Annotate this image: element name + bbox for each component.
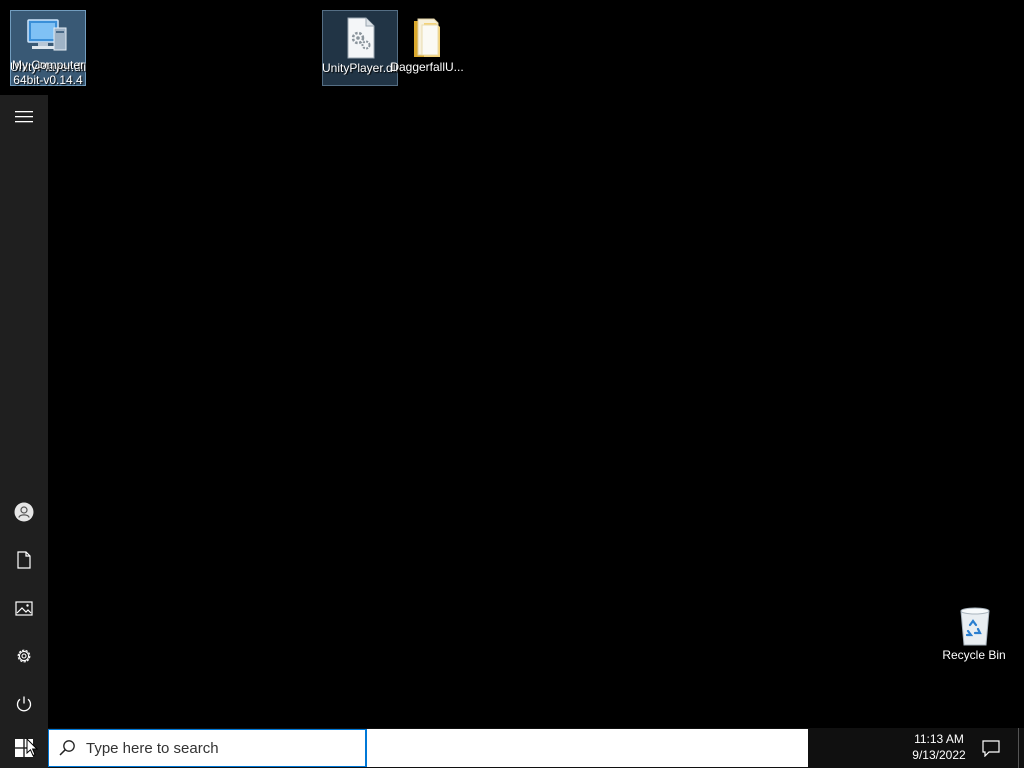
desktop-icon-daggerfall-folder[interactable]: DaggerfallU... — [390, 10, 466, 86]
document-icon — [17, 551, 31, 569]
folder-icon — [414, 18, 440, 57]
action-center-button[interactable] — [976, 728, 1006, 768]
desktop-icon-label: Recycle Bin — [942, 649, 1006, 662]
desktop-icon-label: DaggerfallU... — [390, 61, 464, 74]
search-input[interactable] — [86, 737, 356, 759]
computer-icon — [27, 19, 67, 51]
desktop-icon-recycle-bin[interactable]: Recycle Bin — [937, 598, 1013, 674]
pictures-icon — [15, 600, 33, 616]
start-button[interactable] — [0, 728, 48, 768]
dll-file-icon — [347, 17, 375, 59]
start-menu-power-button[interactable] — [0, 682, 48, 726]
hamburger-icon — [15, 111, 33, 123]
taskbar: 11:13 AM 9/13/2022 — [0, 728, 1024, 768]
start-menu-account-button[interactable] — [0, 490, 48, 534]
power-icon — [16, 696, 32, 712]
gear-icon — [17, 649, 31, 663]
user-icon — [14, 502, 34, 522]
start-menu-rail — [0, 95, 48, 728]
mouse-cursor-icon — [26, 738, 38, 757]
notification-icon — [982, 739, 1000, 757]
start-menu-documents-button[interactable] — [0, 538, 48, 582]
desktop-icon-unityplayer-dll[interactable]: UnityPlayer.dll — [322, 10, 398, 86]
recycle-bin-icon — [960, 607, 990, 646]
search-box[interactable] — [48, 729, 808, 767]
desktop[interactable]: UnityPlayer.dll 64bit-v0.14.4 My Compute… — [0, 0, 1024, 728]
start-menu-expand-button[interactable] — [0, 95, 48, 139]
start-menu-settings-button[interactable] — [0, 634, 48, 678]
desktop-icon-label: My Computer — [11, 59, 85, 72]
desktop-icon-my-computer[interactable]: UnityPlayer.dll 64bit-v0.14.4 My Compute… — [10, 10, 86, 87]
start-menu-pictures-button[interactable] — [0, 586, 48, 630]
desktop-icon-label: UnityPlayer.dll — [322, 62, 398, 75]
show-desktop-button[interactable] — [1018, 728, 1024, 768]
search-icon — [59, 740, 75, 756]
